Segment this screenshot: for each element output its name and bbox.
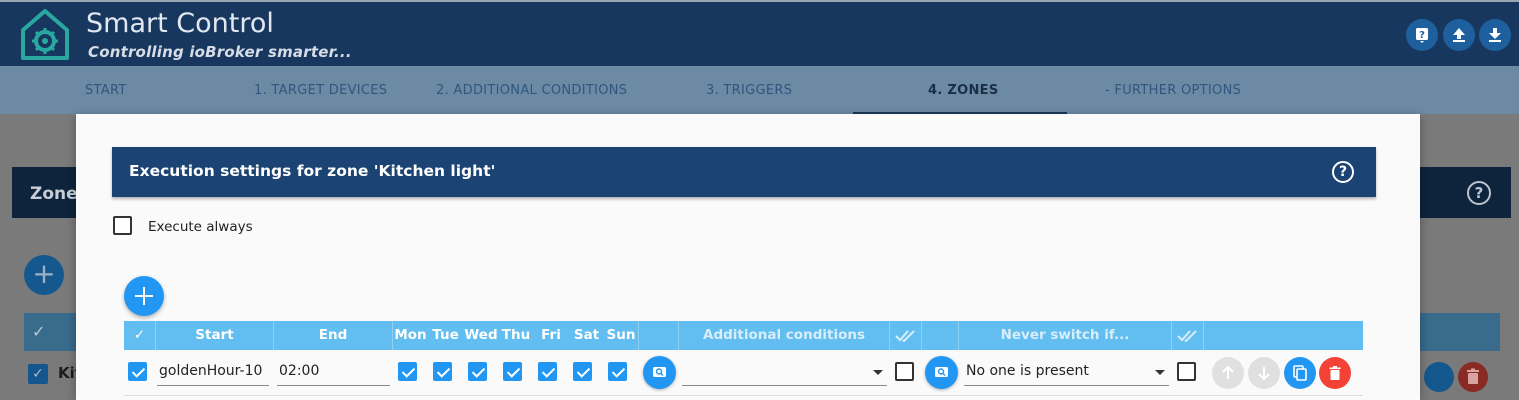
never-switch-if-value: No one is present [966,363,1089,379]
day-checkbox-fri[interactable] [538,362,557,381]
download-icon [1489,28,1501,42]
move-up-button[interactable] [1212,357,1244,389]
arrow-up-icon [1222,365,1234,379]
help-icon: ? [1416,28,1428,43]
col-header-conditions-picker [639,321,679,350]
search-icon [653,367,666,377]
col-header-actions [1204,321,1363,350]
col-header-tue: Tue [432,327,459,343]
zones-row-delete-button[interactable] [1458,362,1488,392]
row-active-checkbox[interactable] [128,362,147,381]
execute-always-label: Execute always [148,219,253,235]
svg-text:?: ? [1419,30,1425,41]
download-button[interactable] [1479,19,1511,51]
upload-button[interactable] [1443,19,1475,51]
zones-panel-title: Zone [30,184,78,204]
tab-start[interactable]: START [85,66,127,114]
zones-add-button[interactable]: + [24,255,64,295]
zones-header-check-icon: ✓ [32,322,46,341]
additional-conditions-select[interactable] [682,358,887,386]
col-header-fri: Fri [541,327,561,343]
day-checkbox-thu[interactable] [503,362,522,381]
dialog-title: Execution settings for zone 'Kitchen lig… [129,162,496,180]
upload-icon [1453,28,1465,42]
additional-conditions-all-checkbox[interactable] [895,362,914,381]
col-header-end: End [274,321,393,350]
smart-home-logo-icon [21,9,69,60]
app-subtitle: Controlling ioBroker smarter... [88,43,352,61]
start-time-input[interactable]: goldenHour-10 [157,358,269,386]
zones-row-checkbox[interactable]: ✓ [28,364,48,384]
day-checkbox-tue[interactable] [433,362,452,381]
double-check-icon [894,330,915,343]
col-header-sat: Sat [573,327,600,343]
col-header-mon: Mon [394,327,427,343]
app-title: Smart Control [86,8,274,39]
col-header-never-switch-if: Never switch if... [959,321,1172,350]
col-header-never-picker [922,321,959,350]
tab-target-devices[interactable]: 1. TARGET DEVICES [254,66,387,114]
move-down-button[interactable] [1248,357,1280,389]
conditions-picker-button[interactable] [643,356,676,389]
tab-further-options[interactable]: - FURTHER OPTIONS [1105,66,1241,114]
delete-row-button[interactable] [1319,357,1351,389]
chevron-down-icon [1155,370,1165,375]
trash-icon [1329,366,1341,380]
help-button[interactable]: ? [1406,19,1438,51]
dialog-header: Execution settings for zone 'Kitchen lig… [112,147,1376,197]
zones-help-icon[interactable]: ? [1467,181,1491,205]
col-header-active: ✓ [124,321,156,350]
search-icon [935,367,948,377]
day-checkbox-sat[interactable] [573,362,592,381]
col-header-wed: Wed [464,327,498,343]
col-header-additional-conditions: Additional conditions [679,321,890,350]
col-header-thu: Thu [501,327,531,343]
trash-icon [1467,368,1479,384]
col-header-never-all [1172,321,1204,350]
tab-triggers[interactable]: 3. TRIGGERS [706,66,792,114]
day-checkbox-wed[interactable] [468,362,487,381]
tab-additional-conditions[interactable]: 2. ADDITIONAL CONDITIONS [436,66,627,114]
never-switch-picker-button[interactable] [925,356,958,389]
col-header-start: Start [156,321,274,350]
app-header: Smart Control Controlling ioBroker smart… [0,0,1519,66]
col-header-additional-all [890,321,922,350]
tab-bar: START 1. TARGET DEVICES 2. ADDITIONAL CO… [0,66,1519,114]
tab-zones[interactable]: 4. ZONES [928,66,999,114]
chevron-down-icon [873,370,883,375]
schedule-table-header: ✓ Start End Mon Tue Wed Thu Fri Sat Sun … [124,321,1363,350]
never-switch-if-select[interactable]: No one is present [964,358,1169,386]
day-checkbox-sun[interactable] [608,362,627,381]
arrow-down-icon [1258,367,1270,381]
zones-row-edit-button[interactable] [1424,362,1454,392]
execute-always-checkbox[interactable] [113,216,132,235]
zone-execution-dialog: Execution settings for zone 'Kitchen lig… [76,114,1420,400]
end-time-input[interactable]: 02:00 [277,358,390,386]
duplicate-row-button[interactable] [1284,357,1316,389]
double-check-icon [1176,330,1197,343]
copy-icon [1293,365,1307,381]
dialog-help-icon[interactable]: ? [1332,161,1354,183]
add-row-button[interactable] [124,276,164,316]
day-checkbox-mon[interactable] [398,362,417,381]
col-header-sun: Sun [604,321,639,350]
never-switch-all-checkbox[interactable] [1177,362,1196,381]
